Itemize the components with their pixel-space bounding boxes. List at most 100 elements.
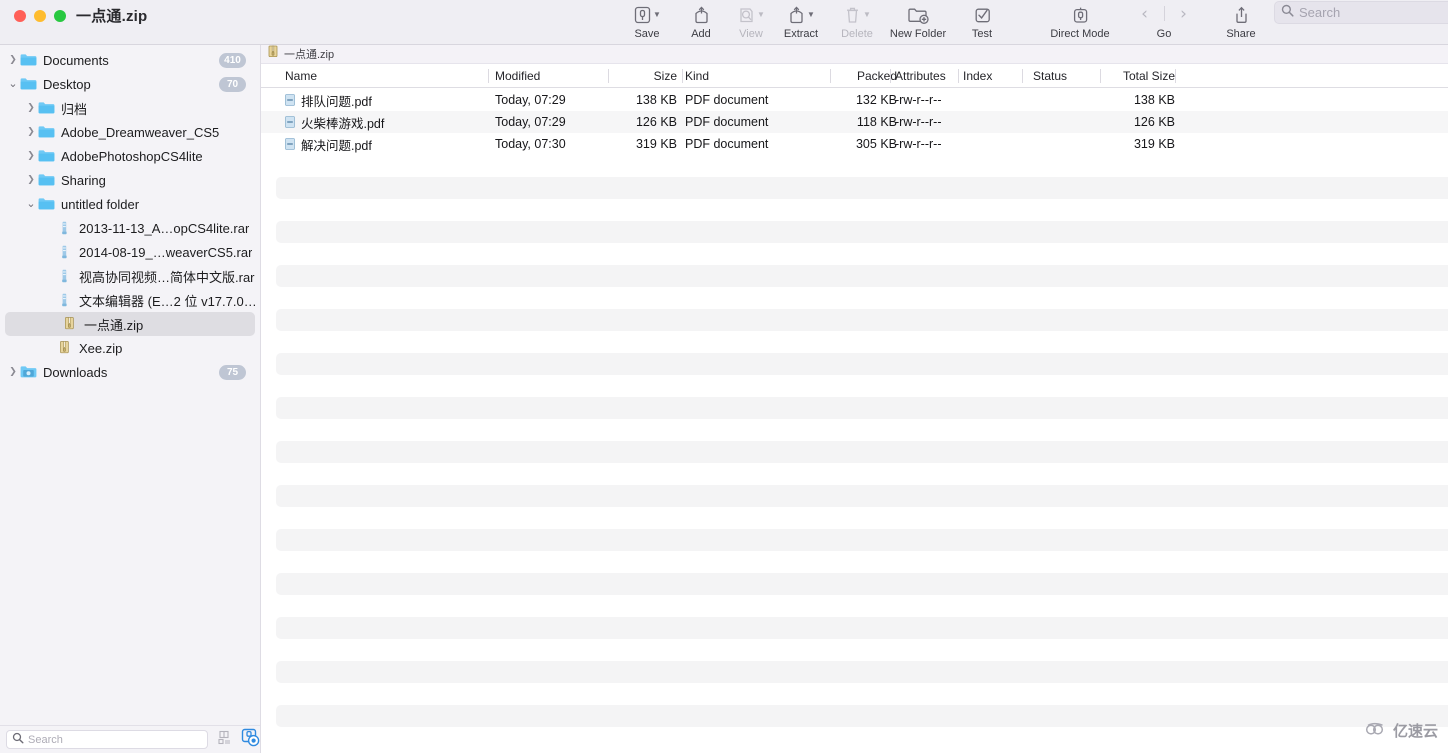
chevron-right-icon[interactable]: ❯ <box>24 103 38 113</box>
cell-packed: 118 KB <box>856 115 897 129</box>
sidebar-search-placeholder: Search <box>28 733 63 746</box>
column-header-modified[interactable]: Modified <box>495 64 605 88</box>
toolbar: 一点通.zip ▼ Save Add ▼ View ▼ Extract ▼ De… <box>0 0 1448 45</box>
column-header-packed[interactable]: Packed <box>831 64 897 88</box>
new-folder-icon <box>906 5 930 25</box>
sidebar-item-6[interactable]: ⌄ untitled folder <box>0 192 260 216</box>
toolbar-label-add: Add <box>691 28 711 40</box>
sidebar-item-9[interactable]: 视高协同视频…简体中文版.rar <box>0 264 260 288</box>
rar-icon <box>56 293 73 307</box>
close-button[interactable] <box>14 10 26 22</box>
file-name-label: 解决问题.pdf <box>301 138 372 153</box>
column-header-total_size[interactable]: Total Size <box>1107 64 1175 88</box>
file-list[interactable]: 排队问题.pdf Today, 07:29 138 KB PDF document 13… <box>261 89 1448 753</box>
column-divider[interactable] <box>830 69 831 83</box>
toolbar-button-share[interactable]: Share <box>1215 0 1267 40</box>
downloads-icon <box>20 365 37 379</box>
maximize-button[interactable] <box>54 10 66 22</box>
sidebar-item-11[interactable]: 一点通.zip <box>5 312 255 336</box>
sidebar-footer: Search <box>0 725 260 753</box>
main-panel: 一点通.zip Name Modified Size Kind Packed Attrib… <box>261 45 1448 753</box>
sidebar-search-input[interactable]: Search <box>6 730 208 749</box>
toolbar-button-test[interactable]: Test <box>956 0 1008 40</box>
chevron-right-icon[interactable]: ❯ <box>6 55 20 65</box>
column-divider[interactable] <box>682 69 683 83</box>
sidebar-item-4[interactable]: ❯ AdobePhotoshopCS4lite <box>0 144 260 168</box>
chevron-down-icon[interactable]: ⌄ <box>24 198 38 209</box>
sidebar-tree[interactable]: ❯ Documents 410 ⌄ Desktop 70 ❯ 归档 ❯ Adobe_Dreamwe… <box>0 48 260 384</box>
pdf-icon <box>285 116 295 128</box>
sidebar-item-2[interactable]: ❯ 归档 <box>0 96 260 120</box>
sidebar-item-8[interactable]: 2014-08-19_…weaverCS5.rar <box>0 240 260 264</box>
list-view-icon[interactable] <box>216 729 233 751</box>
toolbar-button-save[interactable]: ▼ Save <box>621 0 673 40</box>
sidebar-item-label: Sharing <box>61 172 106 188</box>
sidebar-item-label: 一点通.zip <box>84 317 144 333</box>
chevron-down-icon[interactable]: ▼ <box>807 11 815 19</box>
chevron-down-icon[interactable]: ▼ <box>653 11 661 19</box>
sidebar-item-5[interactable]: ❯ Sharing <box>0 168 260 192</box>
chevron-right-icon[interactable]: ❯ <box>6 367 20 377</box>
search-icon <box>1281 4 1294 22</box>
toolbar-label-extract: Extract <box>783 28 819 40</box>
column-divider[interactable] <box>958 69 959 83</box>
table-row[interactable]: 排队问题.pdf Today, 07:29 138 KB PDF document 13… <box>261 89 1448 111</box>
column-header-name[interactable]: Name <box>285 64 485 88</box>
sidebar-item-label: untitled folder <box>61 196 140 212</box>
column-header-status[interactable]: Status <box>1033 64 1103 88</box>
cell-kind: PDF document <box>685 137 769 151</box>
file-name-label: 火柴棒游戏.pdf <box>301 116 385 131</box>
column-header[interactable]: Name Modified Size Kind Packed Attributes Inde… <box>261 64 1448 88</box>
breadcrumb[interactable]: 一点通.zip <box>261 45 1448 64</box>
column-divider[interactable] <box>1175 69 1176 83</box>
window-controls[interactable] <box>14 10 66 22</box>
column-header-attributes[interactable]: Attributes <box>895 64 957 88</box>
cell-name: 火柴棒游戏.pdf <box>285 111 485 133</box>
table-row[interactable]: 解决问题.pdf Today, 07:30 319 KB PDF document 30… <box>261 133 1448 155</box>
nav-go-group: ‹ › Go <box>1125 0 1203 41</box>
sidebar-item-badge: 410 <box>219 53 246 68</box>
sidebar-item-13[interactable]: ❯ Downloads 75 <box>0 360 260 384</box>
chevron-right-icon[interactable]: › <box>1165 2 1203 26</box>
sidebar-item-3[interactable]: ❯ Adobe_Dreamweaver_CS5 <box>0 120 260 144</box>
toolbar-button-add[interactable]: Add <box>675 0 727 40</box>
toolbar-button-direct-mode[interactable]: Direct Mode <box>1032 0 1128 40</box>
sidebar-item-7[interactable]: 2013-11-13_A…opCS4lite.rar <box>0 216 260 240</box>
sidebar-item-10[interactable]: 文本编辑器 (E…2 位 v17.7.0.rar <box>0 288 260 312</box>
chevron-right-icon[interactable]: ❯ <box>24 175 38 185</box>
column-divider[interactable] <box>1022 69 1023 83</box>
sidebar-item-label: Xee.zip <box>79 340 123 356</box>
chevron-right-icon[interactable]: ❯ <box>24 151 38 161</box>
cell-modified: Today, 07:30 <box>495 137 566 151</box>
column-divider[interactable] <box>608 69 609 83</box>
toolbar-button-extract[interactable]: ▼ Extract <box>775 0 827 40</box>
chevron-down-icon[interactable]: ⌄ <box>6 78 20 89</box>
file-rows[interactable]: 排队问题.pdf Today, 07:29 138 KB PDF document 13… <box>261 89 1448 155</box>
chevron-left-icon[interactable]: ‹ <box>1126 2 1164 26</box>
column-header-index[interactable]: Index <box>963 64 1021 88</box>
cell-modified: Today, 07:29 <box>495 93 566 107</box>
zip-icon <box>56 341 73 355</box>
column-divider[interactable] <box>488 69 489 83</box>
preview-eye-icon[interactable] <box>240 727 260 752</box>
sidebar-item-label: Documents <box>43 52 109 68</box>
search-input[interactable]: Search <box>1274 1 1448 24</box>
column-header-size[interactable]: Size <box>605 64 677 88</box>
sidebar-item-12[interactable]: Xee.zip <box>0 336 260 360</box>
column-header-kind[interactable]: Kind <box>685 64 825 88</box>
chevron-right-icon[interactable]: ❯ <box>24 127 38 137</box>
sidebar-item-1[interactable]: ⌄ Desktop 70 <box>0 72 260 96</box>
empty-row-stripe <box>276 661 1448 683</box>
watermark: 亿速云 <box>1365 720 1438 741</box>
table-row[interactable]: 火柴棒游戏.pdf Today, 07:29 126 KB PDF document 1… <box>261 111 1448 133</box>
cell-attributes: -rw-r--r-- <box>895 137 942 151</box>
column-divider[interactable] <box>890 69 891 83</box>
cell-kind: PDF document <box>685 93 769 107</box>
cell-size: 138 KB <box>635 93 677 107</box>
toolbar-button-new-folder[interactable]: New Folder <box>879 0 957 40</box>
column-divider[interactable] <box>1100 69 1101 83</box>
chevron-down-icon: ▼ <box>863 10 871 19</box>
minimize-button[interactable] <box>34 10 46 22</box>
cell-attributes: -rw-r--r-- <box>895 93 942 107</box>
sidebar-item-0[interactable]: ❯ Documents 410 <box>0 48 260 72</box>
